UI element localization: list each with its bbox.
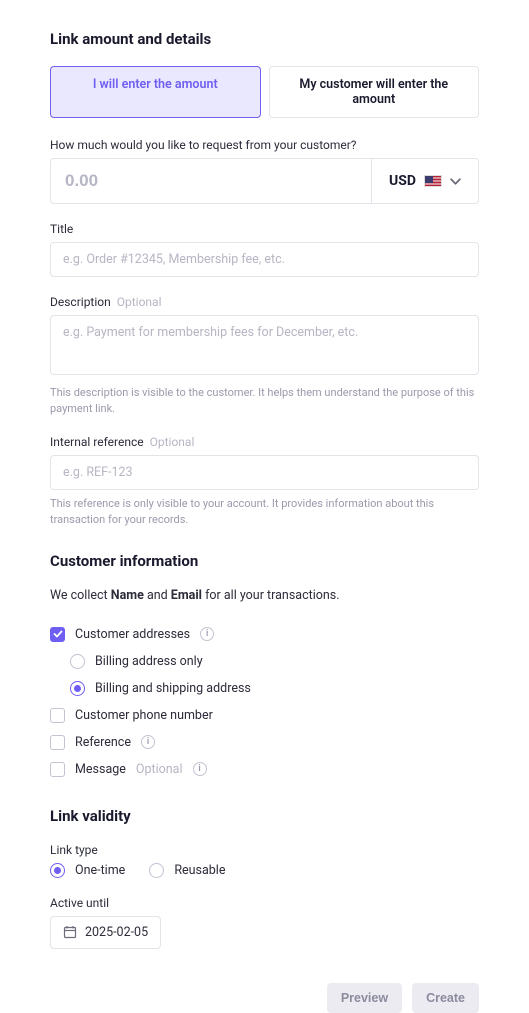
preview-button[interactable]: Preview [327,983,402,1013]
phone-checkbox[interactable] [50,708,65,723]
amount-field-group: How much would you like to request from … [50,138,479,204]
reference-checkbox[interactable] [50,735,65,750]
message-label: Message [75,762,126,777]
link-type-label: Link type [50,843,479,857]
link-type-group: Link type One-time Reusable [50,843,479,878]
description-label-text: Description [50,295,111,309]
title-input[interactable] [50,242,479,277]
chevron-down-icon [450,176,461,187]
message-checkbox[interactable] [50,762,65,777]
info-icon[interactable]: i [141,735,155,749]
active-until-group: Active until 2025-02-05 [50,896,479,949]
phone-label: Customer phone number [75,708,213,723]
collect-line: We collect Name and Email for all your t… [50,588,479,603]
currency-code: USD [389,173,416,189]
billing-only-label: Billing address only [95,654,203,669]
onetime-row[interactable]: One-time [50,863,125,878]
addresses-checkbox[interactable] [50,627,65,642]
collect-name: Name [111,588,144,603]
flag-us-icon [424,175,442,187]
link-amount-section: Link amount and details I will enter the… [50,30,479,528]
reusable-radio[interactable] [149,863,164,878]
onetime-label: One-time [75,863,125,878]
calendar-icon [63,925,77,939]
reusable-row[interactable]: Reusable [149,863,225,878]
addresses-nested: Billing address only Billing and shippin… [50,648,479,702]
onetime-radio[interactable] [50,863,65,878]
internal-ref-input[interactable] [50,455,479,490]
billing-shipping-label: Billing and shipping address [95,681,251,696]
create-button[interactable]: Create [412,983,479,1013]
internal-ref-label-text: Internal reference [50,435,144,449]
footer-actions: Preview Create [50,983,479,1013]
internal-ref-label: Internal reference Optional [50,435,479,449]
info-icon[interactable]: i [200,627,214,641]
collect-email: Email [171,588,202,603]
message-checkbox-row[interactable]: Message Optional i [50,756,479,783]
info-icon[interactable]: i [193,762,207,776]
reference-label: Reference [75,735,131,750]
amount-entry-tabs: I will enter the amount My customer will… [50,66,479,118]
reusable-label: Reusable [174,863,225,878]
title-label: Title [50,222,479,236]
description-field-group: Description Optional This description is… [50,295,479,417]
description-optional: Optional [117,295,162,309]
active-until-value: 2025-02-05 [85,925,148,940]
active-until-picker[interactable]: 2025-02-05 [50,916,161,949]
billing-only-row[interactable]: Billing address only [70,648,479,675]
amount-input[interactable] [50,158,371,204]
collect-prefix: We collect [50,588,111,603]
internal-ref-optional: Optional [150,435,195,449]
customer-info-section: Customer information We collect Name and… [50,552,479,783]
amount-row: USD [50,158,479,204]
collect-suffix: for all your transactions. [202,588,340,603]
internal-ref-helper: This reference is only visible to your a… [50,496,479,528]
title-field-group: Title [50,222,479,277]
reference-checkbox-row[interactable]: Reference i [50,729,479,756]
amount-label: How much would you like to request from … [50,138,479,152]
collect-and: and [144,588,171,603]
link-validity-section: Link validity Link type One-time Reusabl… [50,807,479,949]
billing-shipping-radio[interactable] [70,681,85,696]
description-label: Description Optional [50,295,479,309]
billing-only-radio[interactable] [70,654,85,669]
phone-checkbox-row[interactable]: Customer phone number [50,702,479,729]
section-title: Link amount and details [50,30,479,48]
billing-shipping-row[interactable]: Billing and shipping address [70,675,479,702]
tab-customer-enter[interactable]: My customer will enter the amount [269,66,480,118]
check-icon [53,629,63,639]
currency-select[interactable]: USD [371,158,479,204]
addresses-label: Customer addresses [75,627,190,642]
addresses-checkbox-row[interactable]: Customer addresses i [50,621,479,648]
description-helper: This description is visible to the custo… [50,385,479,417]
message-optional: Optional [136,762,183,777]
description-input[interactable] [50,315,479,375]
section-title: Link validity [50,807,479,825]
link-type-row: One-time Reusable [50,863,479,878]
tab-i-enter[interactable]: I will enter the amount [50,66,261,118]
section-title: Customer information [50,552,479,570]
internal-ref-field-group: Internal reference Optional This referen… [50,435,479,528]
